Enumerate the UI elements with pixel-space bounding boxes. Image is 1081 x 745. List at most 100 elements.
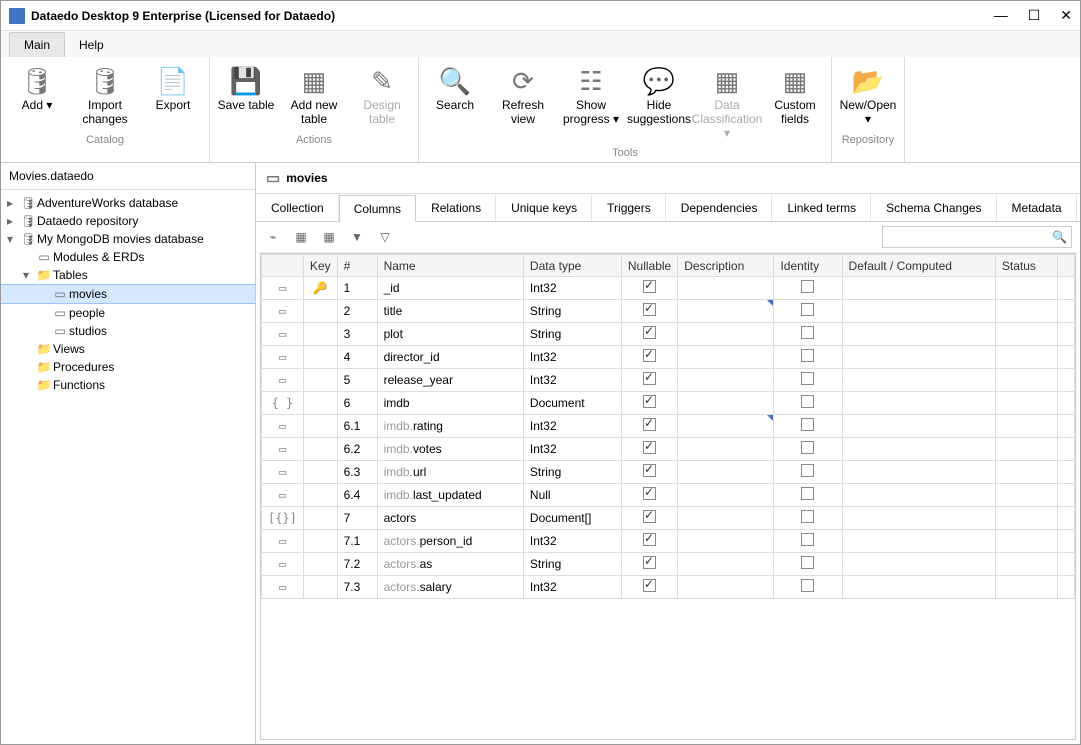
checkbox-icon[interactable] [801,349,814,362]
tree[interactable]: ▸🛢AdventureWorks database▸🛢Dataedo repos… [1,190,255,744]
tree-item-studios[interactable]: ▭studios [1,322,255,340]
row-description[interactable] [678,530,774,553]
tree-toggle-icon[interactable]: ▸ [7,196,19,210]
row-status[interactable] [995,507,1057,530]
row-name[interactable]: actors.as [377,553,523,576]
row-status[interactable] [995,576,1057,599]
close-button[interactable]: ✕ [1060,7,1072,24]
row-nullable[interactable] [621,461,677,484]
row-description[interactable] [678,553,774,576]
checkbox-icon[interactable] [801,579,814,592]
row-description[interactable] [678,415,774,438]
columns-grid[interactable]: Key#NameData typeNullableDescriptionIden… [261,254,1075,599]
row-nullable[interactable] [621,530,677,553]
row-name[interactable]: imdb [377,392,523,415]
row-nullable[interactable] [621,392,677,415]
tree-toggle-icon[interactable]: ▾ [23,268,35,282]
row-identity[interactable] [774,576,842,599]
row-description[interactable] [678,300,774,323]
row-nullable[interactable] [621,484,677,507]
row-description[interactable] [678,369,774,392]
checkbox-icon[interactable] [801,303,814,316]
row-description[interactable] [678,507,774,530]
column-header[interactable]: Identity [774,255,842,277]
tab-unique-keys[interactable]: Unique keys [496,194,592,221]
row-status[interactable] [995,438,1057,461]
row-identity[interactable] [774,277,842,300]
row-datatype[interactable]: Int32 [523,530,621,553]
row-status[interactable] [995,369,1057,392]
maximize-button[interactable]: ☐ [1028,7,1041,24]
row-name[interactable]: actors.salary [377,576,523,599]
row-name[interactable]: _id [377,277,523,300]
row-datatype[interactable]: String [523,323,621,346]
row-datatype[interactable]: Int32 [523,438,621,461]
row-status[interactable] [995,323,1057,346]
ribbon-add[interactable]: 🛢Add ▾ [5,61,69,131]
row-status[interactable] [995,461,1057,484]
row-datatype[interactable]: Int32 [523,277,621,300]
ribbon-search[interactable]: 🔍Search [423,61,487,144]
row-computed[interactable] [842,369,995,392]
tree-toggle-icon[interactable]: ▸ [7,214,19,228]
checkbox-icon[interactable] [643,303,656,316]
checkbox-icon[interactable] [643,349,656,362]
row-status[interactable] [995,277,1057,300]
row-datatype[interactable]: Int32 [523,576,621,599]
ribbon-import-changes[interactable]: 🛢Import changes [73,61,137,131]
minimize-button[interactable]: — [994,7,1008,24]
tab-triggers[interactable]: Triggers [592,194,666,221]
table-row[interactable]: ▭3plotString [262,323,1075,346]
tree-item-dataedo-repository[interactable]: ▸🛢Dataedo repository [1,212,255,230]
row-name[interactable]: actors [377,507,523,530]
ribbon-refresh-view[interactable]: ⟳Refresh view [491,61,555,144]
row-datatype[interactable]: Int32 [523,346,621,369]
tree-item-people[interactable]: ▭people [1,304,255,322]
row-computed[interactable] [842,461,995,484]
row-identity[interactable] [774,530,842,553]
row-status[interactable] [995,392,1057,415]
column-header[interactable]: # [337,255,377,277]
row-computed[interactable] [842,484,995,507]
row-computed[interactable] [842,438,995,461]
row-datatype[interactable]: Int32 [523,415,621,438]
row-computed[interactable] [842,300,995,323]
row-identity[interactable] [774,300,842,323]
tree-item-movies[interactable]: ▭movies [1,284,255,304]
row-name[interactable]: release_year [377,369,523,392]
row-description[interactable] [678,277,774,300]
row-status[interactable] [995,300,1057,323]
row-name[interactable]: plot [377,323,523,346]
column-header[interactable] [262,255,304,277]
table-row[interactable]: ▭7.2actors.asString [262,553,1075,576]
table-row[interactable]: ▭2titleString [262,300,1075,323]
column-header[interactable]: Key [303,255,337,277]
row-nullable[interactable] [621,553,677,576]
row-datatype[interactable]: Int32 [523,369,621,392]
row-status[interactable] [995,553,1057,576]
row-identity[interactable] [774,553,842,576]
ribbon-new-open[interactable]: 📂New/Open ▾ [836,61,900,131]
row-identity[interactable] [774,484,842,507]
row-nullable[interactable] [621,369,677,392]
row-status[interactable] [995,346,1057,369]
row-description[interactable] [678,461,774,484]
checkbox-icon[interactable] [801,372,814,385]
table-row[interactable]: ▭7.3actors.salaryInt32 [262,576,1075,599]
row-description[interactable] [678,392,774,415]
row-nullable[interactable] [621,507,677,530]
table-row[interactable]: ▭6.3imdb.urlString [262,461,1075,484]
ribbon-save-table[interactable]: 💾Save table [214,61,278,131]
row-name[interactable]: director_id [377,346,523,369]
column-header[interactable]: Name [377,255,523,277]
table-row[interactable]: ▭🔑1_idInt32 [262,277,1075,300]
checkbox-icon[interactable] [801,464,814,477]
checkbox-icon[interactable] [643,510,656,523]
row-description[interactable] [678,346,774,369]
tab-dependencies[interactable]: Dependencies [666,194,773,221]
column-header[interactable]: Nullable [621,255,677,277]
tab-metadata[interactable]: Metadata [997,194,1077,221]
row-identity[interactable] [774,438,842,461]
row-nullable[interactable] [621,415,677,438]
row-identity[interactable] [774,461,842,484]
